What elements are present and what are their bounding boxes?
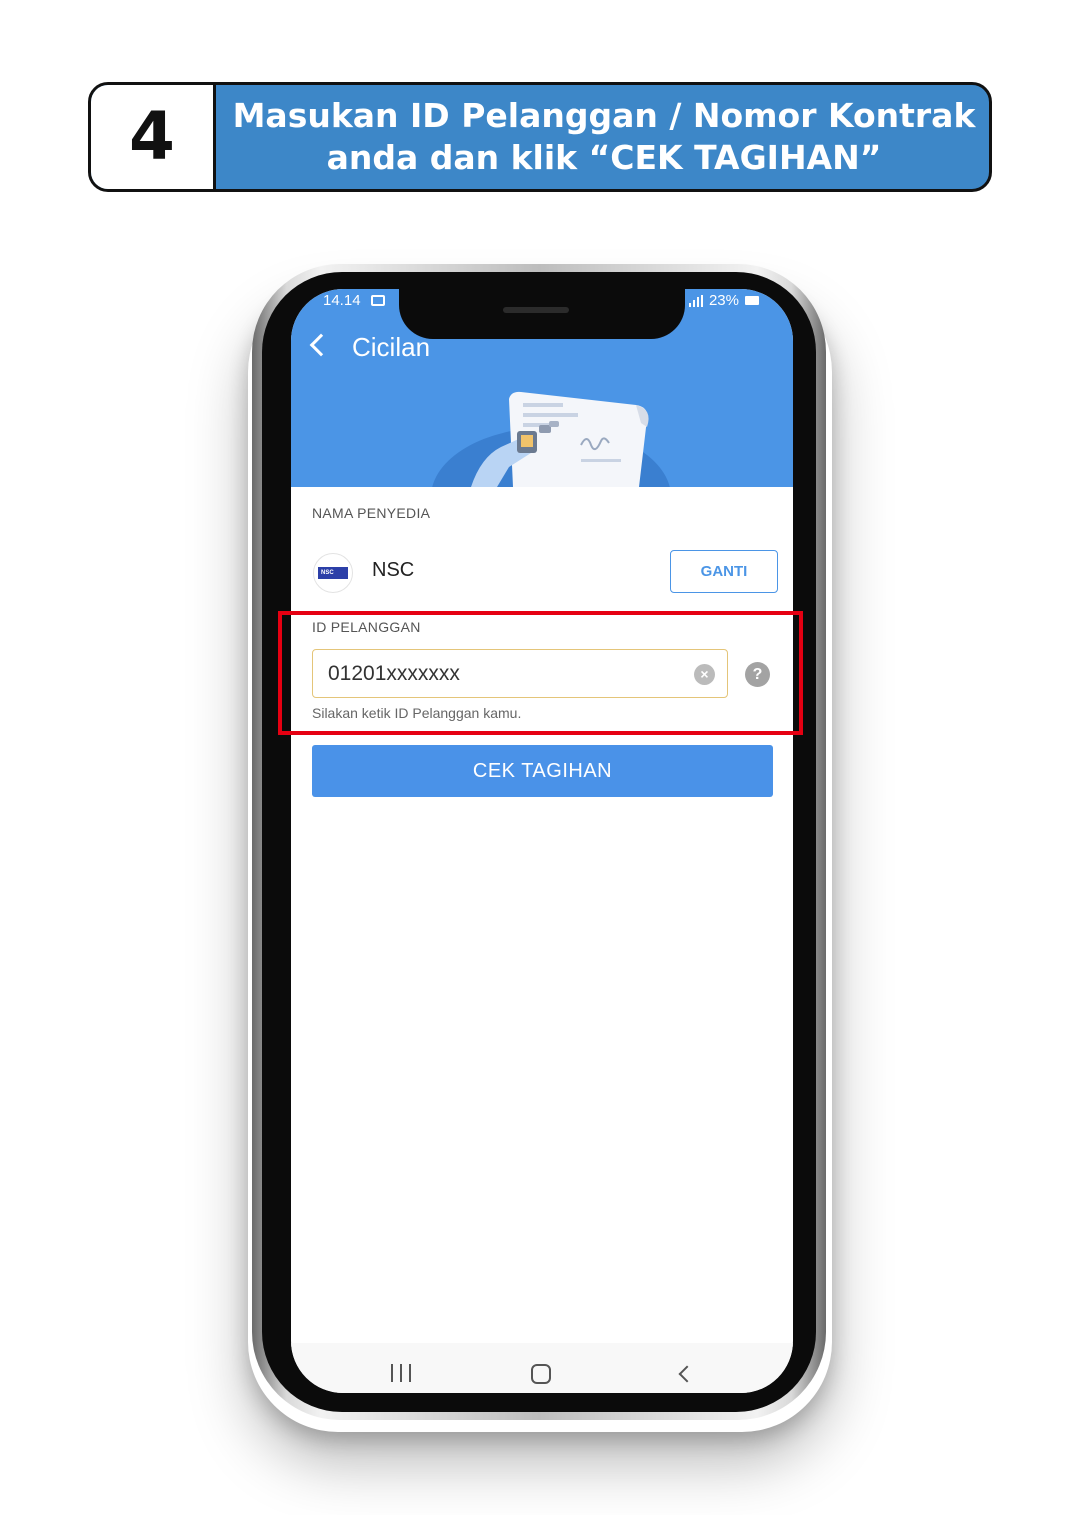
provider-logo: NSC	[313, 553, 353, 593]
home-icon[interactable]	[531, 1364, 551, 1384]
phone-notch	[399, 289, 685, 339]
status-right: 23%	[688, 292, 759, 309]
provider-section-label: NAMA PENYEDIA	[312, 505, 431, 521]
step-number-box: 4	[91, 85, 216, 189]
step-number: 4	[129, 98, 175, 175]
step-banner: 4 Masukan ID Pelanggan / Nomor Kontrak a…	[88, 82, 992, 192]
step-title-line1: Masukan ID Pelanggan / Nomor Kontrak	[232, 96, 976, 135]
check-bill-button[interactable]: CEK TAGIHAN	[312, 745, 773, 797]
signal-icon	[688, 294, 703, 307]
battery-icon	[745, 296, 759, 305]
bill-illustration-icon	[432, 391, 670, 487]
step-title: Masukan ID Pelanggan / Nomor Kontrak and…	[219, 85, 989, 189]
step-title-line2: anda dan klik “CEK TAGIHAN”	[326, 138, 882, 177]
image-notification-icon	[371, 295, 385, 306]
page-title: Cicilan	[352, 332, 431, 362]
nav-back-icon[interactable]	[678, 1365, 696, 1383]
android-nav-bar	[291, 1343, 793, 1393]
customer-id-highlight-box	[278, 611, 803, 735]
recent-apps-icon[interactable]	[391, 1364, 411, 1382]
phone-speaker	[503, 307, 569, 313]
back-arrow-icon[interactable]	[309, 333, 333, 357]
provider-name: NSC	[372, 559, 415, 581]
battery-percent: 23%	[708, 292, 739, 309]
change-provider-button[interactable]: GANTI	[670, 550, 778, 593]
phone-screen: 14.14 23% Cicilan NAMA PENYEDIA NSC NSC …	[291, 289, 793, 1393]
provider-logo-chip: NSC	[318, 567, 348, 579]
status-time: 14.14	[323, 292, 361, 309]
